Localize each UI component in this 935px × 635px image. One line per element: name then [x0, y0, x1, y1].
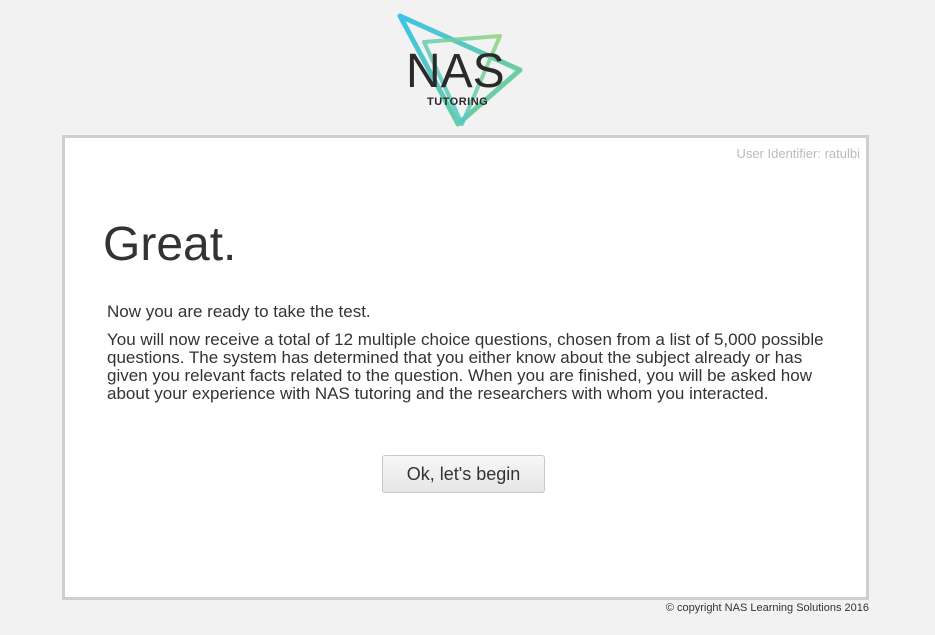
lead-text: Now you are ready to take the test.: [107, 302, 371, 321]
content-panel: User Identifier: ratulbi Great. Now you …: [62, 135, 869, 600]
instructions-text: You will now receive a total of 12 multi…: [107, 330, 824, 403]
user-identifier: User Identifier: ratulbi: [736, 146, 860, 161]
copyright-text: © copyright NAS Learning Solutions 2016: [665, 602, 869, 614]
page-title: Great.: [103, 218, 237, 271]
nas-tutoring-logo: NAS TUTORING: [396, 12, 528, 128]
begin-button[interactable]: Ok, let's begin: [382, 455, 545, 493]
logo-main-text: NAS: [406, 45, 505, 98]
logo-sub-text: TUTORING: [427, 96, 489, 108]
